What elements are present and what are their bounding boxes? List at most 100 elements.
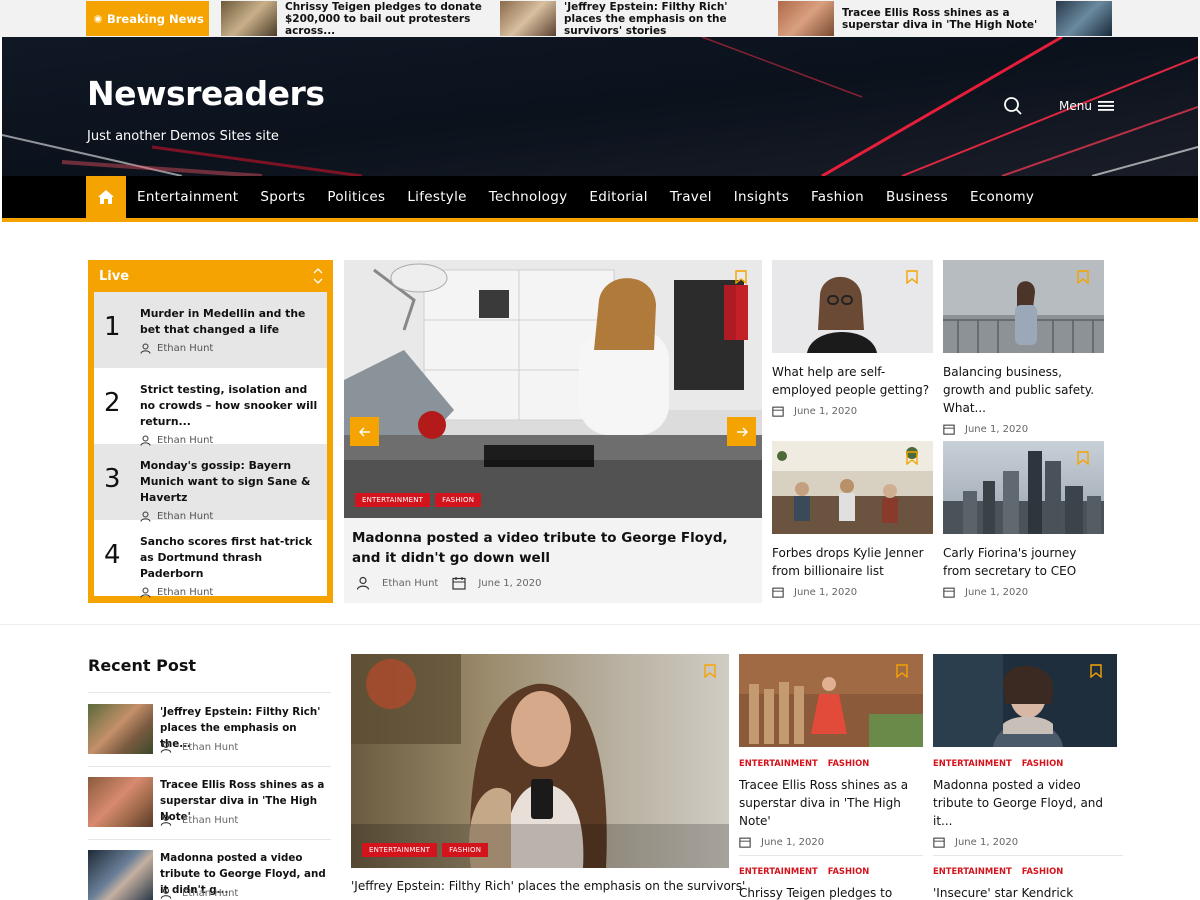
category-link[interactable]: ENTERTAINMENT — [739, 866, 818, 876]
grid-card[interactable]: Balancing business, growth and public sa… — [943, 260, 1104, 435]
live-item-title[interactable]: Murder in Medellin and the bet that chan… — [140, 306, 321, 338]
live-item-title[interactable]: Monday's gossip: Bayern Munich want to s… — [140, 458, 321, 506]
card-title[interactable]: Chrissy Teigen pledges to — [739, 884, 923, 900]
slider-next-button[interactable] — [727, 417, 756, 446]
author-name: Ethan Hunt — [157, 343, 214, 354]
grid-card[interactable]: What help are self-employed people getti… — [772, 260, 933, 417]
category-link[interactable]: ENTERTAINMENT — [739, 758, 818, 768]
live-item[interactable]: 3 Monday's gossip: Bayern Munich want to… — [94, 444, 327, 522]
bookmark-icon[interactable] — [906, 270, 918, 284]
card-categories: ENTERTAINMENT FASHION — [933, 866, 1117, 876]
bookmark-icon[interactable] — [896, 664, 908, 678]
bookmark-icon[interactable] — [906, 451, 918, 465]
card-title[interactable]: Balancing business, growth and public sa… — [943, 363, 1104, 417]
card-image[interactable] — [943, 260, 1104, 353]
live-item-author[interactable]: Ethan Hunt — [140, 587, 321, 598]
recent-post-thumbnail[interactable] — [88, 704, 153, 754]
live-item[interactable]: 1 Murder in Medellin and the bet that ch… — [94, 292, 327, 368]
recent-post-item[interactable]: 'Jeffrey Epstein: Filthy Rich' places th… — [88, 704, 331, 754]
card-title[interactable]: 'Insecure' star Kendrick — [933, 884, 1117, 900]
featured-author[interactable]: Ethan Hunt — [382, 578, 438, 589]
recent-post-item[interactable]: Madonna posted a video tribute to George… — [88, 850, 331, 900]
live-item-title[interactable]: Sancho scores first hat-trick as Dortmun… — [140, 534, 321, 582]
nav-items: Entertainment Sports Politices Lifestyle… — [126, 176, 1045, 218]
category-link[interactable]: FASHION — [828, 866, 870, 876]
category-badge[interactable]: ENTERTAINMENT — [362, 843, 438, 857]
bottom-card[interactable]: ENTERTAINMENT FASHION Tracee Ellis Ross … — [739, 654, 923, 848]
ticker-title[interactable]: 'Jeffrey Epstein: Filthy Rich' places th… — [564, 1, 764, 37]
nav-item-sports[interactable]: Sports — [249, 189, 316, 205]
category-badge[interactable]: FASHION — [442, 843, 489, 857]
recent-post-author[interactable]: Ethan Hunt — [182, 815, 238, 826]
recent-post-thumbnail[interactable] — [88, 850, 153, 900]
card-image[interactable] — [739, 654, 923, 747]
bookmark-icon[interactable] — [704, 664, 716, 678]
ticker-item[interactable]: Chrissy Teigen pledges to donate $200,00… — [221, 1, 485, 37]
card-title[interactable]: Madonna posted a video tribute to George… — [933, 776, 1117, 830]
grid-card[interactable]: Forbes drops Kylie Jenner from billionai… — [772, 441, 933, 598]
grid-card[interactable]: Carly Fiorina's journey from secretary t… — [943, 441, 1104, 598]
live-item-author[interactable]: Ethan Hunt — [140, 511, 321, 522]
card-image[interactable] — [933, 654, 1117, 747]
bottom-featured-title[interactable]: 'Jeffrey Epstein: Filthy Rich' places th… — [351, 879, 745, 893]
category-link[interactable]: FASHION — [828, 758, 870, 768]
recent-post-item[interactable]: Tracee Ellis Ross shines as a superstar … — [88, 777, 331, 827]
bookmark-icon[interactable] — [1090, 664, 1102, 678]
card-date: June 1, 2020 — [794, 405, 858, 417]
nav-item-entertainment[interactable]: Entertainment — [126, 189, 249, 205]
recent-post-author[interactable]: Ethan Hunt — [182, 742, 238, 753]
site-title[interactable]: Newsreaders — [87, 74, 325, 113]
live-item-author[interactable]: Ethan Hunt — [140, 435, 321, 446]
bottom-card[interactable]: ENTERTAINMENT FASHION Chrissy Teigen ple… — [739, 855, 923, 900]
nav-item-insights[interactable]: Insights — [723, 189, 800, 205]
nav-item-fashion[interactable]: Fashion — [800, 189, 875, 205]
menu-button[interactable]: Menu — [1059, 99, 1114, 113]
featured-title[interactable]: Madonna posted a video tribute to George… — [352, 528, 742, 568]
card-title[interactable]: Forbes drops Kylie Jenner from billionai… — [772, 544, 933, 580]
card-title[interactable]: Tracee Ellis Ross shines as a superstar … — [739, 776, 923, 830]
nav-item-economy[interactable]: Economy — [959, 189, 1045, 205]
nav-item-technology[interactable]: Technology — [478, 189, 579, 205]
card-image[interactable] — [943, 441, 1104, 534]
category-link[interactable]: ENTERTAINMENT — [933, 758, 1012, 768]
category-link[interactable]: FASHION — [1022, 758, 1064, 768]
ticker-item[interactable] — [1056, 1, 1112, 36]
category-link[interactable]: FASHION — [1022, 866, 1064, 876]
bottom-featured-image[interactable] — [351, 654, 729, 868]
slider-prev-button[interactable] — [350, 417, 379, 446]
featured-image[interactable] — [344, 260, 762, 518]
nav-item-travel[interactable]: Travel — [659, 189, 723, 205]
bottom-card[interactable]: ENTERTAINMENT FASHION Madonna posted a v… — [933, 654, 1117, 848]
card-title[interactable]: What help are self-employed people getti… — [772, 363, 933, 399]
recent-post-thumbnail[interactable] — [88, 777, 153, 827]
ticker-item[interactable]: Tracee Ellis Ross shines as a superstar … — [778, 1, 1042, 36]
bookmark-icon[interactable] — [735, 270, 747, 284]
category-link[interactable]: ENTERTAINMENT — [933, 866, 1012, 876]
updown-arrows-icon[interactable] — [313, 267, 323, 285]
bottom-card[interactable]: ENTERTAINMENT FASHION 'Insecure' star Ke… — [933, 855, 1117, 900]
bookmark-icon[interactable] — [1077, 451, 1089, 465]
live-item[interactable]: 4 Sancho scores first hat-trick as Dortm… — [94, 520, 327, 598]
category-badge[interactable]: FASHION — [435, 493, 482, 507]
card-image[interactable] — [772, 260, 933, 353]
home-icon[interactable] — [86, 176, 126, 218]
nav-item-editorial[interactable]: Editorial — [578, 189, 658, 205]
nav-item-politices[interactable]: Politices — [316, 189, 396, 205]
ticker-item[interactable]: 'Jeffrey Epstein: Filthy Rich' places th… — [500, 1, 764, 37]
user-icon — [140, 587, 151, 598]
recent-post-author[interactable]: Ethan Hunt — [182, 888, 238, 899]
card-title[interactable]: Carly Fiorina's journey from secretary t… — [943, 544, 1104, 580]
ticker-title[interactable]: Tracee Ellis Ross shines as a superstar … — [842, 7, 1042, 31]
bookmark-icon[interactable] — [1077, 270, 1089, 284]
nav-item-business[interactable]: Business — [875, 189, 959, 205]
live-item[interactable]: 2 Strict testing, isolation and no crowd… — [94, 368, 327, 446]
card-image[interactable] — [772, 441, 933, 534]
calendar-icon — [772, 406, 784, 417]
live-item-title[interactable]: Strict testing, isolation and no crowds … — [140, 382, 321, 430]
nav-item-lifestyle[interactable]: Lifestyle — [396, 189, 477, 205]
category-badge[interactable]: ENTERTAINMENT — [355, 493, 431, 507]
user-icon — [140, 435, 151, 446]
search-icon[interactable] — [1002, 95, 1024, 117]
live-item-author[interactable]: Ethan Hunt — [140, 343, 321, 354]
ticker-title[interactable]: Chrissy Teigen pledges to donate $200,00… — [285, 1, 485, 37]
